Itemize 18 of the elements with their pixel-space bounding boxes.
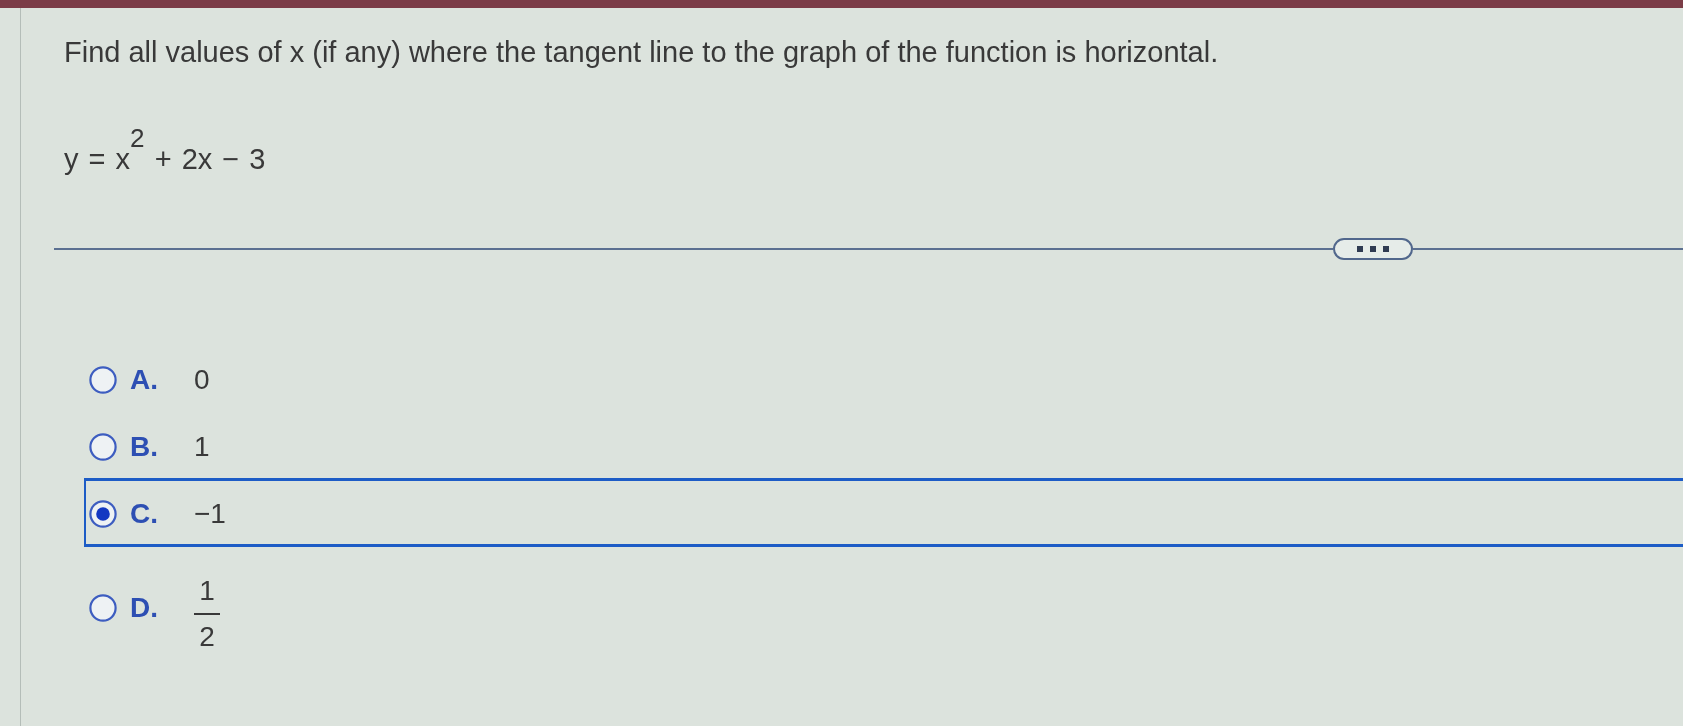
option-value: 0 bbox=[194, 363, 210, 398]
selected-option-highlight[interactable]: C. −1 bbox=[84, 478, 1683, 548]
fraction-numerator: 1 bbox=[199, 574, 215, 609]
radio-button[interactable] bbox=[89, 594, 117, 623]
radio-button[interactable] bbox=[89, 366, 117, 395]
option-letter: D. bbox=[130, 591, 159, 626]
radio-button[interactable] bbox=[89, 500, 117, 529]
option-letter: B. bbox=[130, 430, 159, 465]
option-letter: C. bbox=[130, 497, 159, 532]
option-letter: A. bbox=[130, 363, 159, 398]
ellipsis-icon bbox=[1356, 245, 1390, 254]
expand-button[interactable] bbox=[1333, 238, 1413, 261]
fraction-denominator: 2 bbox=[199, 620, 215, 655]
option-value: 1 bbox=[194, 430, 210, 465]
option-value: −1 bbox=[194, 497, 226, 532]
question-text: Find all values of x (if any) where the tangent line to the graph of the function is horizontal. bbox=[64, 35, 1219, 69]
radio-button[interactable] bbox=[89, 433, 117, 462]
equation-text: y = x$^{2}$ + 2x − 3 bbox=[64, 126, 266, 177]
